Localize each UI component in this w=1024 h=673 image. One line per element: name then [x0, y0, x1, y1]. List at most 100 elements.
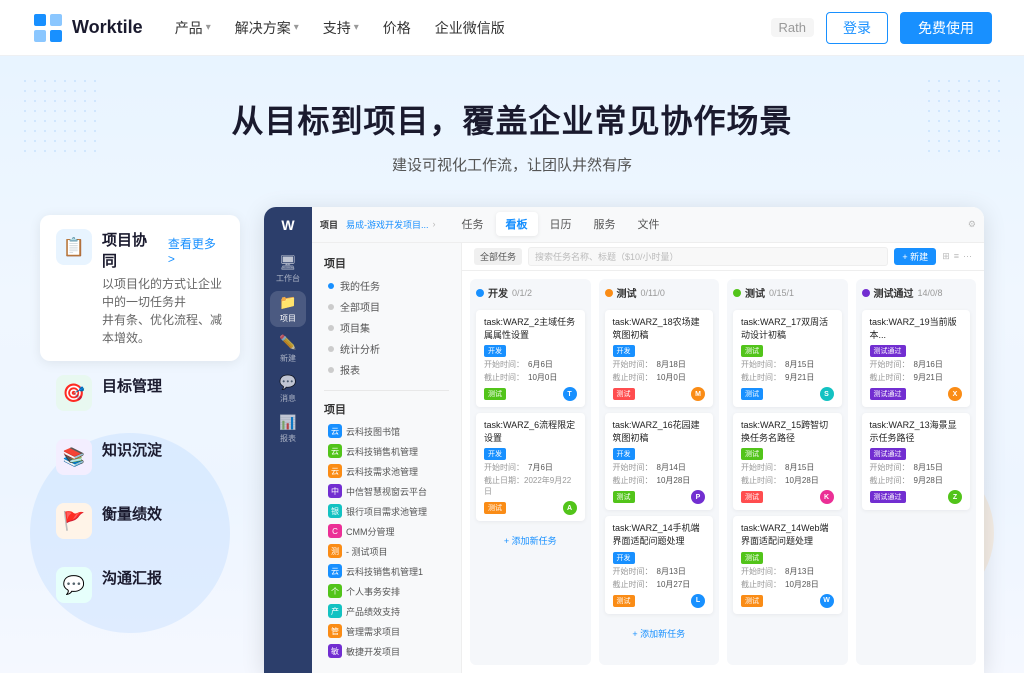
free-trial-button[interactable]: 免费使用 [900, 12, 992, 44]
card-date1-value: 8月16日 [914, 359, 943, 370]
add-task-dev[interactable]: + 添加新任务 [504, 531, 557, 550]
card-title: task:WARZ_14手机端界面适配问题处理 [613, 522, 706, 547]
leftpanel-project-0[interactable]: 云 云科技图书馆 [324, 421, 449, 441]
project-title: 易成-游戏开发项目... [346, 218, 429, 231]
card-bottom: 测试通过 X [870, 387, 963, 401]
leftpanel-project-6[interactable]: 测 - 测试项目 [324, 541, 449, 561]
leftpanel-project-8[interactable]: 个 个人事务安排 [324, 581, 449, 601]
card-date1-value: 8月14日 [657, 462, 686, 473]
leftpanel-project-4[interactable]: 银 银行项目需求池管理 [324, 501, 449, 521]
card-date2-label: 截止时间： [870, 372, 910, 383]
table-row[interactable]: task:WARZ_14Web端界面适配问题处理 测试 开始时间： 8月13日 … [733, 516, 842, 613]
tab-task[interactable]: 任务 [452, 212, 494, 236]
nav-solution[interactable]: 解决方案 ▾ [235, 18, 299, 38]
nav-wechat[interactable]: 企业微信版 [435, 18, 505, 38]
table-row[interactable]: task:WARZ_6流程限定设置 开发 开始时间： 7月6日 截止日期：202… [476, 413, 585, 521]
card-avatar: S [820, 387, 834, 401]
tab-kanban[interactable]: 看板 [496, 212, 538, 236]
leftpanel-project-2[interactable]: 云 云科技需求池管理 [324, 461, 449, 481]
card-date2-label: 截止日期：2022年9月22日 [484, 475, 577, 497]
table-row[interactable]: task:WARZ_17双周活动设计初稿 测试 开始时间： 8月15日 截止时间… [733, 310, 842, 407]
kanban-search[interactable]: 搜索任务名称、标题（$10/小时量） [528, 247, 888, 266]
settings-icon[interactable]: ⚙ [968, 219, 976, 230]
nav-support[interactable]: 支持 ▾ [323, 18, 359, 38]
add-task-test[interactable]: + 添加新任务 [632, 624, 685, 643]
project-icon: 📋 [56, 229, 92, 265]
vsidebar-workbench[interactable]: 🖥 工作台 [270, 251, 306, 287]
tab-service[interactable]: 服务 [584, 212, 626, 236]
nav-right: Rath 登录 免费使用 [771, 12, 992, 44]
table-row[interactable]: task:WARZ_15跨智切换任务名路径 测试 开始时间： 8月15日 截止时… [733, 413, 842, 510]
feature-item-performance[interactable]: 🚩 衡量绩效 [40, 489, 240, 553]
feature-item-report[interactable]: 💬 沟通汇报 [40, 553, 240, 617]
card-bottom: 测试 A [484, 501, 577, 515]
card-date2-value: 9月28日 [914, 475, 943, 486]
leftpanel-project-11[interactable]: 敏 敏捷开发项目 [324, 641, 449, 661]
login-button[interactable]: 登录 [826, 12, 888, 44]
card-date2-row: 截止时间： 10月28日 [741, 579, 834, 590]
add-new-button[interactable]: + 新建 [894, 248, 936, 265]
tab-calendar[interactable]: 日历 [540, 212, 582, 236]
nav-pricing[interactable]: 价格 [383, 18, 411, 38]
leftpanel-all-projects[interactable]: 全部项目 [324, 296, 449, 317]
leftpanel-project-1[interactable]: 云 云科技销售机管理 [324, 441, 449, 461]
card-tag: 测试 [741, 552, 763, 564]
col-dot-passed [862, 289, 870, 297]
feature-name-goal: 目标管理 [102, 375, 162, 396]
view-icon-3[interactable]: ⋯ [963, 251, 972, 262]
card-tag: 测试通过 [870, 345, 906, 357]
leftpanel-stats[interactable]: 统计分析 [324, 338, 449, 359]
vsidebar-message[interactable]: 💬 消息 [270, 371, 306, 407]
leftpanel-project-3[interactable]: 中 中信智慧视窗云平台 [324, 481, 449, 501]
card-avatar: X [948, 387, 962, 401]
view-icon-1[interactable]: ⊞ [942, 251, 950, 262]
vsidebar-project[interactable]: 📁 项目 [270, 291, 306, 327]
report-icon: 💬 [56, 567, 92, 603]
card-date2-row: 截止时间： 10月0日 [613, 372, 706, 383]
leftpanel-project-set[interactable]: 项目集 [324, 317, 449, 338]
view-icon-2[interactable]: ≡ [954, 251, 959, 262]
leftpanel-project-9[interactable]: 产 产品绩效支持 [324, 601, 449, 621]
card-bottom: 测试 M [613, 387, 706, 401]
feature-item-project[interactable]: 📋 项目协同 查看更多 > 以项目化的方式让企业中的一切任务井井有条、优化流程、… [40, 215, 240, 361]
feature-text-goal: 目标管理 [102, 375, 162, 396]
table-row[interactable]: task:WARZ_13海景显示任务路径 测试通过 开始时间： 8月15日 截止… [862, 413, 971, 510]
card-bottom-tag: 测试 [741, 491, 763, 503]
card-date2-row: 截止时间： 9月28日 [870, 475, 963, 486]
table-row[interactable]: task:WARZ_16花园建筑图初稿 开发 开始时间： 8月14日 截止时间： [605, 413, 714, 510]
card-tag-row: 测试通过 [870, 448, 963, 460]
feature-item-goal[interactable]: 🎯 目标管理 [40, 361, 240, 425]
feature-item-knowledge[interactable]: 📚 知识沉淀 [40, 425, 240, 489]
table-row[interactable]: task:WARZ_19当前版本... 测试通过 开始时间： 8月16日 截止时… [862, 310, 971, 407]
leftpanel-my-tasks[interactable]: 我的任务 [324, 275, 449, 296]
feature-list: 📋 项目协同 查看更多 > 以项目化的方式让企业中的一切任务井井有条、优化流程、… [40, 207, 240, 673]
card-date1-value: 6月6日 [528, 359, 553, 370]
card-bottom: 测试 S [741, 387, 834, 401]
nav-product[interactable]: 产品 ▾ [175, 18, 211, 38]
logo[interactable]: Worktile [32, 12, 143, 44]
leftpanel-project-5[interactable]: C CMM分管理 [324, 521, 449, 541]
table-row[interactable]: task:WARZ_14手机端界面适配问题处理 开发 开始时间： 8月13日 截… [605, 516, 714, 613]
table-row[interactable]: task:WARZ_18农场建筑图初稿 开发 开始时间： 8月18日 截止时间： [605, 310, 714, 407]
card-title: task:WARZ_19当前版本... [870, 316, 963, 341]
leftpanel-project-10[interactable]: 管 管理需求项目 [324, 621, 449, 641]
card-bottom: 测试 W [741, 594, 834, 608]
vsidebar-create[interactable]: ✏️ 新建 [270, 331, 306, 367]
card-date2-value: 9月21日 [914, 372, 943, 383]
vsidebar-report[interactable]: 📊 报表 [270, 411, 306, 447]
card-tag-row: 测试 [741, 552, 834, 564]
leftpanel-project-7[interactable]: 云 云科技销售机管理1 [324, 561, 449, 581]
feature-link-project[interactable]: 查看更多 > [168, 235, 224, 266]
filter-tag[interactable]: 全部任务 [474, 248, 522, 265]
tab-file[interactable]: 文件 [628, 212, 670, 236]
card-date1-label: 开始时间： [484, 359, 524, 370]
card-bottom: 测试 P [613, 490, 706, 504]
app-topbar: W 项目 易成-游戏开发项目... › 任务 看板 日历 服务 文件 ⚙ [264, 207, 984, 243]
leftpanel-report-menu[interactable]: 报表 [324, 359, 449, 380]
card-date1-row: 开始时间： 6月6日 [484, 359, 577, 370]
table-row[interactable]: task:WARZ_2主域任务属属性设置 开发 开始时间： 6月6日 截止时间： [476, 310, 585, 407]
feature-desc-project: 以项目化的方式让企业中的一切任务井井有条、优化流程、减本增效。 [102, 275, 224, 347]
project-color-8: 个 [328, 584, 342, 598]
project-color-9: 产 [328, 604, 342, 618]
hero-section: 从目标到项目，覆盖企业常见协作场景 建设可视化工作流，让团队井然有序 📋 项目协… [0, 56, 1024, 673]
